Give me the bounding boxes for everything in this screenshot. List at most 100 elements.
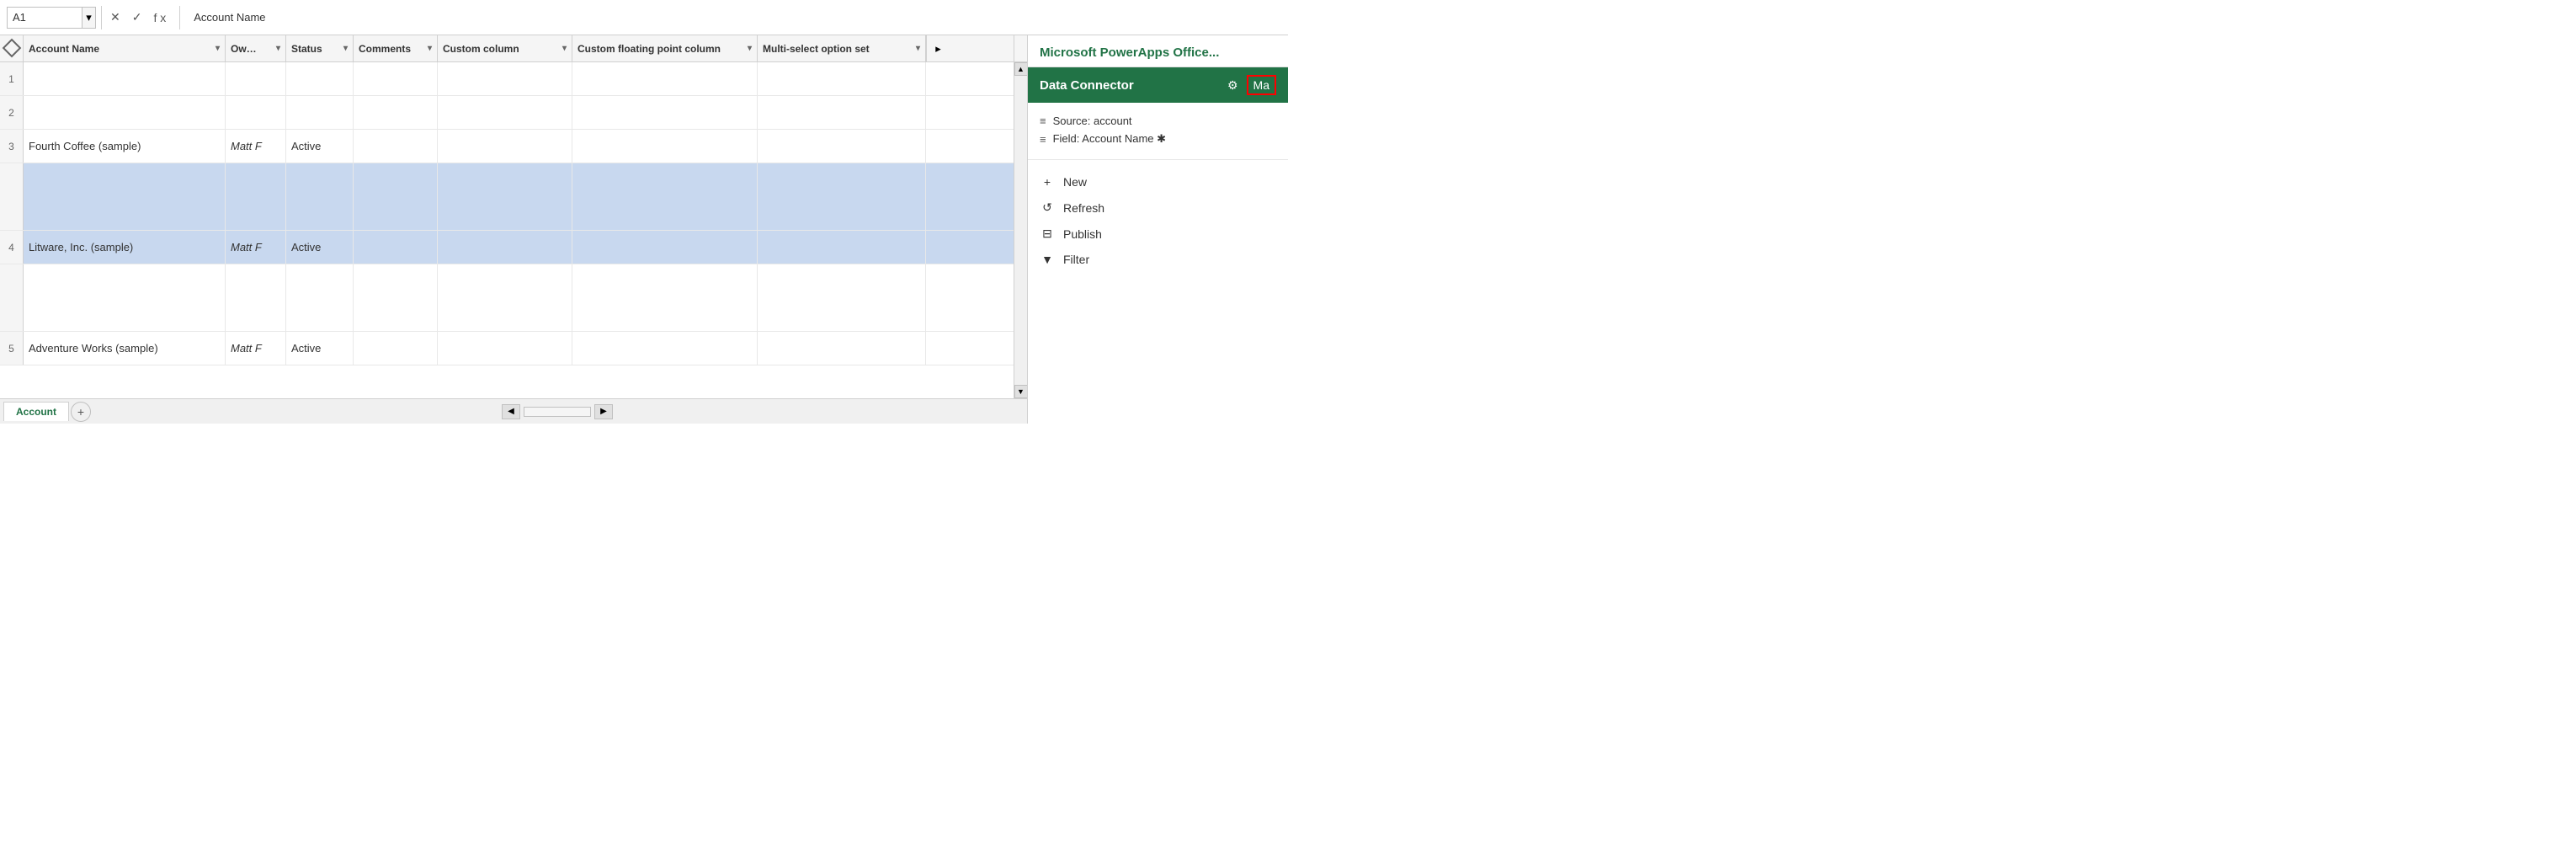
cell-4-custom-float[interactable] — [572, 231, 758, 264]
cell-5-status[interactable]: Active — [286, 332, 354, 365]
cell-3b-custom[interactable] — [438, 163, 572, 230]
cell-4b-custom-float[interactable] — [572, 264, 758, 331]
filter-action[interactable]: ▼ Filter — [1040, 253, 1276, 266]
cell-2-account[interactable] — [24, 96, 226, 129]
cell-5-multi[interactable] — [758, 332, 926, 365]
cell-4-custom[interactable] — [438, 231, 572, 264]
more-button[interactable]: Ma — [1247, 75, 1276, 95]
right-panel: Microsoft PowerApps Office... Data Conne… — [1027, 35, 1288, 424]
col-scroll-right[interactable]: ▸ — [926, 35, 950, 61]
cell-4b-multi[interactable] — [758, 264, 926, 331]
grid-body: 1 2 — [0, 62, 1014, 398]
publish-action[interactable]: ⊟ Publish — [1040, 227, 1276, 241]
cell-2-comments[interactable] — [354, 96, 438, 129]
scroll-right-button[interactable]: ▶ — [594, 404, 613, 419]
cell-3-custom-float[interactable] — [572, 130, 758, 163]
col-filter-custom[interactable]: ▾ — [562, 44, 567, 53]
settings-icon[interactable]: ⚙ — [1226, 77, 1240, 94]
scroll-track[interactable] — [1015, 76, 1027, 385]
tab-account[interactable]: Account — [3, 402, 69, 421]
col-header-owner[interactable]: Ow… ▾ — [226, 35, 286, 61]
spreadsheet-area: Account Name ▾ Ow… ▾ Status ▾ Comments ▾ — [0, 35, 1027, 424]
scroll-up-button[interactable]: ▲ — [1014, 62, 1028, 76]
vertical-scrollbar[interactable]: ▲ ▼ — [1014, 62, 1027, 398]
col-filter-custom-float[interactable]: ▾ — [748, 44, 752, 53]
table-row: 3 Fourth Coffee (sample) Matt F Active — [0, 130, 1014, 163]
publish-icon: ⊟ — [1040, 227, 1055, 241]
cell-5-custom[interactable] — [438, 332, 572, 365]
col-header-custom[interactable]: Custom column ▾ — [438, 35, 572, 61]
add-sheet-button[interactable]: + — [71, 402, 91, 422]
col-filter-account-name[interactable]: ▾ — [216, 44, 220, 53]
cell-3-custom[interactable] — [438, 130, 572, 163]
col-header-custom-float[interactable]: Custom floating point column ▾ — [572, 35, 758, 61]
filter-label: Filter — [1063, 253, 1089, 266]
col-header-account-name[interactable]: Account Name ▾ — [24, 35, 226, 61]
cell-1-multi[interactable] — [758, 62, 926, 95]
horizontal-scrollbar: ◀ ▶ — [91, 404, 1024, 419]
cell-3-multi[interactable] — [758, 130, 926, 163]
scroll-down-button[interactable]: ▼ — [1014, 385, 1028, 398]
panel-title-bar: Microsoft PowerApps Office... — [1028, 35, 1288, 67]
col-header-status[interactable]: Status ▾ — [286, 35, 354, 61]
cell-2-status[interactable] — [286, 96, 354, 129]
col-filter-multi-select[interactable]: ▾ — [916, 44, 920, 53]
cell-1-status[interactable] — [286, 62, 354, 95]
cell-4-status[interactable]: Active — [286, 231, 354, 264]
cancel-icon[interactable]: ✕ — [107, 8, 124, 26]
cell-5-comments[interactable] — [354, 332, 438, 365]
cell-reference-box[interactable]: A1 — [7, 7, 82, 29]
cell-4-comments[interactable] — [354, 231, 438, 264]
cell-2-multi[interactable] — [758, 96, 926, 129]
function-icon[interactable]: f x — [150, 9, 169, 26]
scroll-left-button[interactable]: ◀ — [502, 404, 520, 419]
cell-2-custom[interactable] — [438, 96, 572, 129]
cell-4b-account[interactable] — [24, 264, 226, 331]
cell-4-account[interactable]: Litware, Inc. (sample) — [24, 231, 226, 264]
formula-value: Account Name — [185, 11, 265, 24]
col-header-comments[interactable]: Comments ▾ — [354, 35, 438, 61]
cell-ref-dropdown[interactable]: ▾ — [82, 7, 96, 29]
cell-2-owner[interactable] — [226, 96, 286, 129]
cell-1-account[interactable] — [24, 62, 226, 95]
cell-4b-owner[interactable] — [226, 264, 286, 331]
cell-3b-comments[interactable] — [354, 163, 438, 230]
cell-4-owner[interactable]: Matt F — [226, 231, 286, 264]
cell-4-multi[interactable] — [758, 231, 926, 264]
new-label: New — [1063, 175, 1087, 189]
cell-5-custom-float[interactable] — [572, 332, 758, 365]
cell-1-owner[interactable] — [226, 62, 286, 95]
col-filter-comments[interactable]: ▾ — [428, 44, 432, 53]
cell-3-account[interactable]: Fourth Coffee (sample) — [24, 130, 226, 163]
cell-4b-custom[interactable] — [438, 264, 572, 331]
cell-1-custom[interactable] — [438, 62, 572, 95]
formula-divider-2 — [179, 6, 180, 29]
cell-3-owner[interactable]: Matt F — [226, 130, 286, 163]
publish-label: Publish — [1063, 227, 1102, 241]
row-num-4: 4 — [0, 231, 24, 264]
new-action[interactable]: + New — [1040, 175, 1276, 189]
cell-2-custom-float[interactable] — [572, 96, 758, 129]
row-num-header — [0, 35, 24, 61]
cell-3-comments[interactable] — [354, 130, 438, 163]
cell-3b-account[interactable] — [24, 163, 226, 230]
cell-4b-comments[interactable] — [354, 264, 438, 331]
cell-1-custom-float[interactable] — [572, 62, 758, 95]
refresh-action[interactable]: ↺ Refresh — [1040, 200, 1276, 215]
col-header-multi-select[interactable]: Multi-select option set ▾ — [758, 35, 926, 61]
cell-3b-custom-float[interactable] — [572, 163, 758, 230]
cell-1-comments[interactable] — [354, 62, 438, 95]
cell-3b-status[interactable] — [286, 163, 354, 230]
col-filter-status[interactable]: ▾ — [343, 44, 348, 53]
cell-4b-status[interactable] — [286, 264, 354, 331]
cell-3-status[interactable]: Active — [286, 130, 354, 163]
cell-5-owner[interactable]: Matt F — [226, 332, 286, 365]
row-num-4b — [0, 264, 24, 331]
field-text: Field: Account Name ✱ — [1053, 132, 1166, 146]
column-headers-scroll: Account Name ▾ Ow… ▾ Status ▾ Comments ▾ — [24, 35, 1014, 61]
confirm-icon[interactable]: ✓ — [129, 8, 146, 26]
cell-5-account[interactable]: Adventure Works (sample) — [24, 332, 226, 365]
cell-3b-owner[interactable] — [226, 163, 286, 230]
cell-3b-multi[interactable] — [758, 163, 926, 230]
col-filter-owner[interactable]: ▾ — [276, 44, 280, 53]
